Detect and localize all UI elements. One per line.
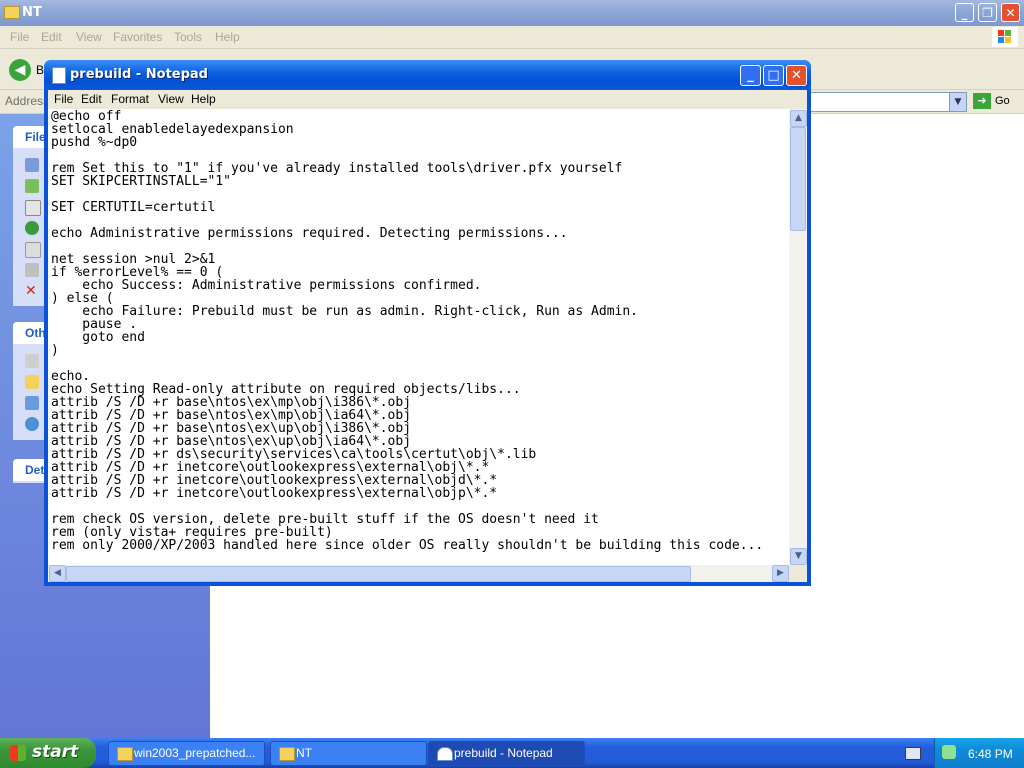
folder-icon: [117, 747, 133, 761]
go-button-label[interactable]: Go: [995, 95, 1010, 107]
address-input[interactable]: [810, 92, 952, 112]
notepad-menu-file[interactable]: File: [54, 92, 73, 106]
taskbar-item-label: prebuild - Notepad: [454, 746, 553, 760]
notepad-minimize-button[interactable]: _: [740, 65, 761, 86]
notepad-text-content: @echo off setlocal enabledelayedexpansio…: [51, 109, 764, 553]
explorer-maximize-button[interactable]: ❐: [978, 3, 997, 22]
explorer-minimize-button[interactable]: _: [955, 3, 974, 22]
explorer-title: NT: [22, 5, 42, 20]
chevron-down-icon[interactable]: ▼: [949, 92, 967, 112]
documents-folder-icon[interactable]: [25, 375, 39, 389]
horizontal-scroll-thumb[interactable]: [66, 566, 691, 582]
rename-icon[interactable]: [25, 158, 39, 172]
notepad-menu-edit[interactable]: Edit: [81, 92, 102, 106]
notepad-menu-bar: File Edit Format View Help: [48, 90, 807, 109]
back-button-label[interactable]: B: [36, 63, 44, 77]
notepad-maximize-button[interactable]: □: [763, 65, 784, 86]
windows-logo-icon: [992, 27, 1018, 47]
taskbar-item-label: win2003_prepatched...: [134, 746, 256, 760]
explorer-menu-favorites[interactable]: Favorites: [113, 30, 162, 44]
explorer-menu-tools[interactable]: Tools: [174, 30, 202, 44]
notepad-text-area[interactable]: @echo off setlocal enabledelayedexpansio…: [48, 109, 789, 565]
start-label[interactable]: start: [32, 742, 78, 762]
explorer-menu-file[interactable]: File: [10, 30, 29, 44]
notepad-icon: [437, 747, 453, 761]
go-arrow-icon[interactable]: ➜: [973, 93, 991, 109]
scroll-left-arrow-icon[interactable]: ◀: [49, 565, 66, 582]
explorer-menu-view[interactable]: View: [76, 30, 102, 44]
notepad-icon: [52, 67, 66, 84]
explorer-close-button[interactable]: ✕: [1001, 3, 1020, 22]
vertical-scroll-thumb[interactable]: [790, 127, 806, 231]
clock[interactable]: 6:48 PM: [968, 747, 1013, 761]
email-icon[interactable]: [25, 242, 41, 258]
back-arrow-icon[interactable]: ◀: [9, 59, 31, 81]
taskbar-item-label: NT: [296, 746, 312, 760]
computer-icon[interactable]: [25, 396, 39, 410]
resize-grip-icon[interactable]: [789, 565, 807, 582]
windows-flag-icon: [10, 745, 26, 761]
drive-icon[interactable]: [25, 354, 39, 368]
network-icon[interactable]: [25, 417, 39, 431]
notepad-menu-help[interactable]: Help: [191, 92, 216, 106]
move-icon[interactable]: [25, 179, 39, 193]
address-label: Address: [5, 94, 50, 108]
folder-icon: [279, 747, 295, 761]
folder-icon: [4, 6, 20, 19]
explorer-menu-edit[interactable]: Edit: [41, 30, 62, 44]
publish-icon[interactable]: [25, 221, 39, 235]
scroll-right-arrow-icon[interactable]: ▶: [772, 565, 789, 582]
delete-icon[interactable]: ✕: [25, 284, 39, 298]
network-status-icon[interactable]: [942, 745, 956, 759]
explorer-menu-bar: File Edit View Favorites Tools Help: [0, 26, 1024, 49]
notepad-title: prebuild - Notepad: [70, 67, 208, 82]
explorer-title-bar[interactable]: NT _ ❐ ✕: [0, 0, 1024, 26]
explorer-menu-help[interactable]: Help: [215, 30, 240, 44]
keyboard-icon[interactable]: [905, 747, 921, 760]
notepad-menu-format[interactable]: Format: [111, 92, 149, 106]
notepad-close-button[interactable]: ✕: [786, 65, 807, 86]
print-icon[interactable]: [25, 263, 39, 277]
scroll-down-arrow-icon[interactable]: ▼: [790, 548, 807, 565]
notepad-menu-view[interactable]: View: [158, 92, 184, 106]
scroll-up-arrow-icon[interactable]: ▲: [790, 110, 807, 127]
copy-icon[interactable]: [25, 200, 41, 216]
